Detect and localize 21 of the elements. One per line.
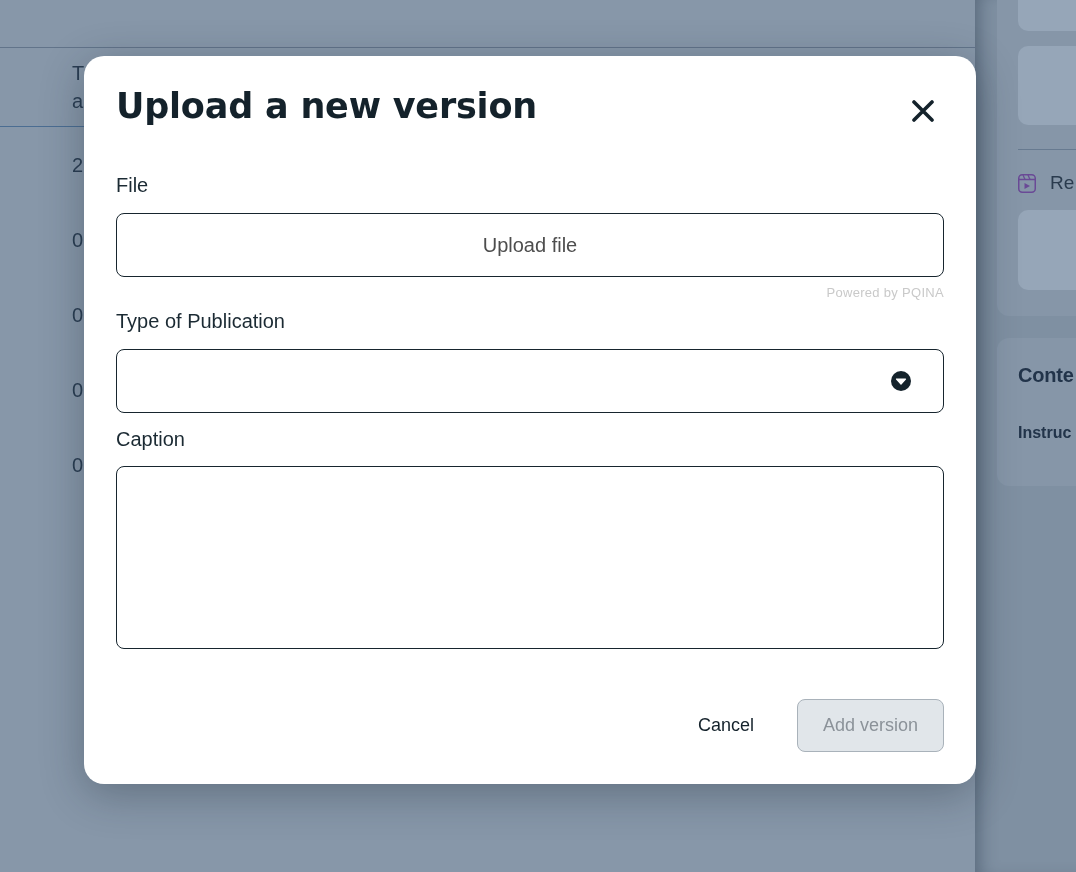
field-label: Caption — [116, 427, 185, 451]
card-title: Conte — [1018, 363, 1074, 388]
field-label: File — [116, 173, 149, 197]
dialog-title: Upload a new version — [116, 86, 537, 126]
table-cell: 2 — [72, 152, 84, 177]
table-cell: 0 — [72, 302, 84, 327]
card-label: Instruc — [1018, 423, 1072, 443]
caption-field[interactable] — [116, 466, 944, 649]
column-heading: T — [72, 61, 85, 86]
table-cell: 0 — [72, 377, 84, 402]
section-label: Re — [1050, 171, 1075, 195]
column-heading: a — [72, 89, 84, 114]
cancel-button[interactable]: Cancel — [693, 699, 758, 752]
clapperboard-icon — [1018, 173, 1036, 193]
caret-down-icon — [891, 371, 911, 391]
table-cell: 0 — [72, 227, 84, 252]
dropdown-field[interactable] — [116, 349, 944, 413]
close-icon[interactable] — [912, 100, 934, 122]
upload-file-button[interactable]: Upload file — [116, 213, 944, 277]
field-label: Type of Publication — [116, 309, 285, 333]
table-cell: 0 — [72, 452, 84, 477]
